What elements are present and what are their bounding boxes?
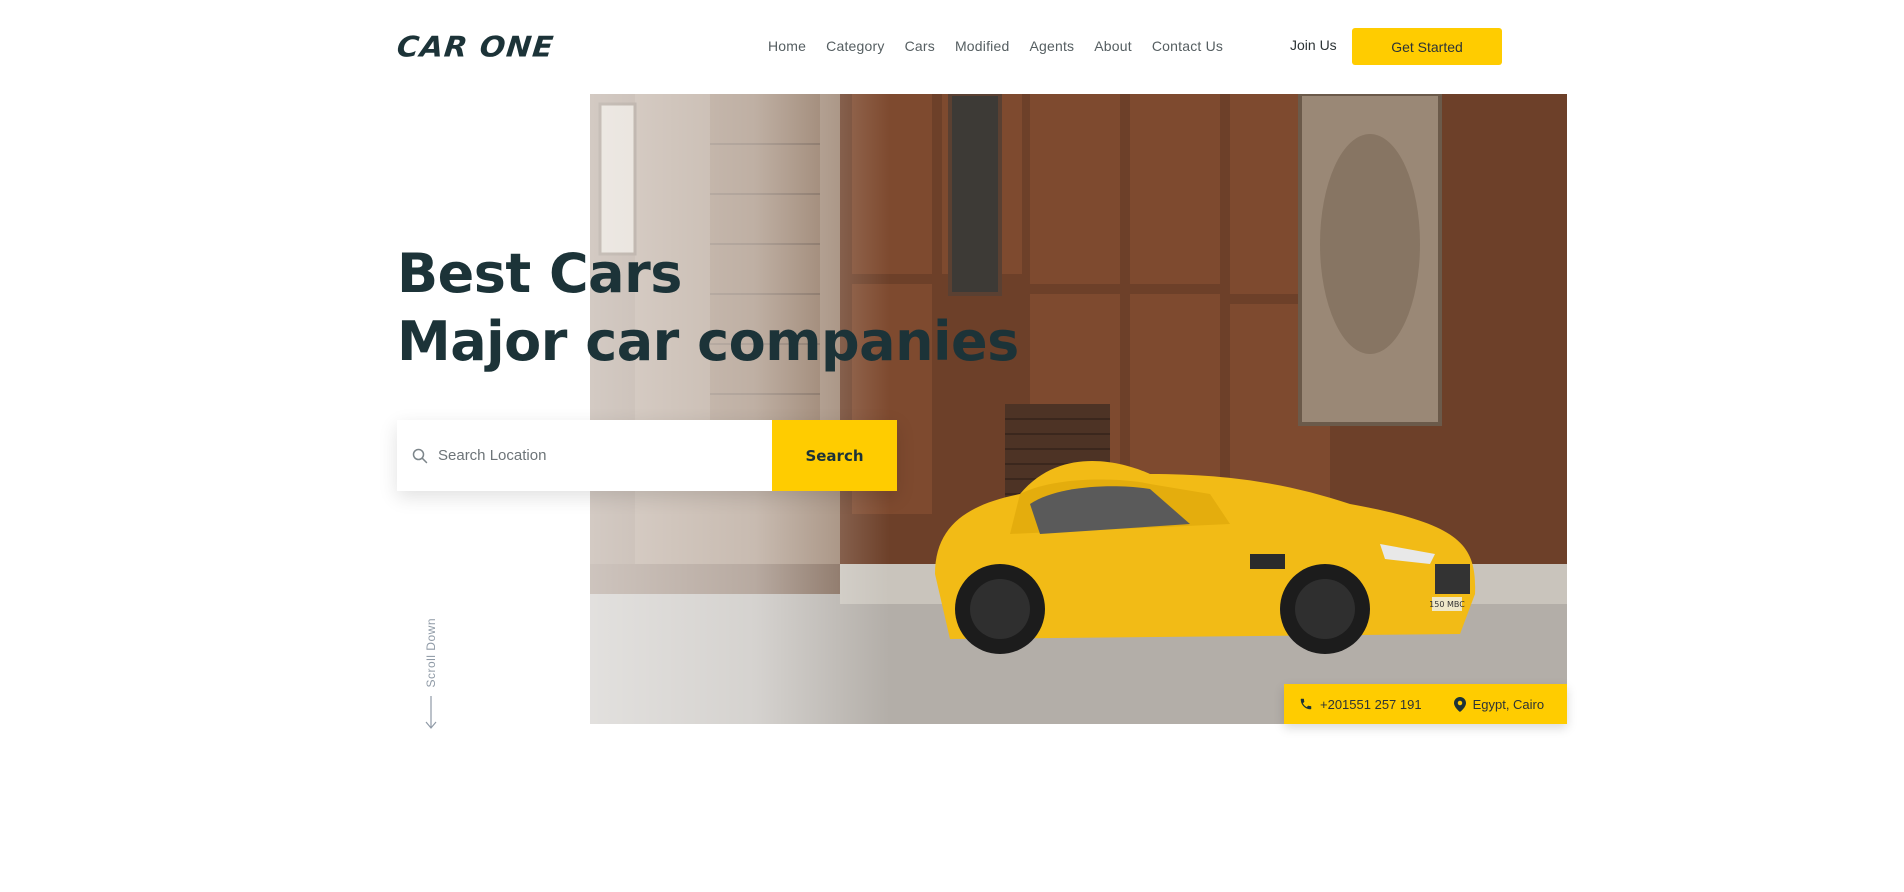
location-search: Search [397,420,897,491]
nav-modified[interactable]: Modified [955,38,1010,54]
phone-number: +201551 257 191 [1320,696,1422,712]
search-field[interactable] [397,420,772,491]
hero-image: 150 MBC [590,94,1567,724]
nav-cars[interactable]: Cars [905,38,935,54]
headline-line-1: Best Cars [397,242,682,305]
contact-strip: +201551 257 191 Egypt, Cairo [1284,684,1567,724]
location-text: Egypt, Cairo [1472,696,1545,712]
nav-home[interactable]: Home [768,38,806,54]
headline-line-2: Major car companies [397,310,1019,373]
hero-headline: Best Cars Major car companies [397,240,1019,376]
nav-about[interactable]: About [1094,38,1132,54]
scroll-down-indicator[interactable]: Scroll Down [424,618,438,730]
join-us-link[interactable]: Join Us [1290,37,1337,53]
phone-icon [1300,698,1312,710]
hero-fade-overlay [590,94,890,724]
contact-location[interactable]: Egypt, Cairo [1453,696,1545,712]
search-location-input[interactable] [438,447,758,464]
search-icon [412,448,428,463]
nav-category[interactable]: Category [826,38,884,54]
nav-contact-us[interactable]: Contact Us [1152,38,1223,54]
logo-text: CAR ONE [395,30,556,64]
search-button[interactable]: Search [772,420,897,491]
main-nav: Home Category Cars Modified Agents About… [768,38,1243,54]
get-started-button[interactable]: Get Started [1352,28,1502,65]
contact-phone[interactable]: +201551 257 191 [1299,697,1422,712]
scroll-down-label: Scroll Down [424,618,438,688]
nav-agents[interactable]: Agents [1029,38,1074,54]
map-pin-icon [1453,696,1466,712]
arrow-down-icon [425,695,437,729]
license-plate: 150 MBC [1429,600,1465,609]
brand-logo[interactable]: CAR ONE [395,30,556,64]
